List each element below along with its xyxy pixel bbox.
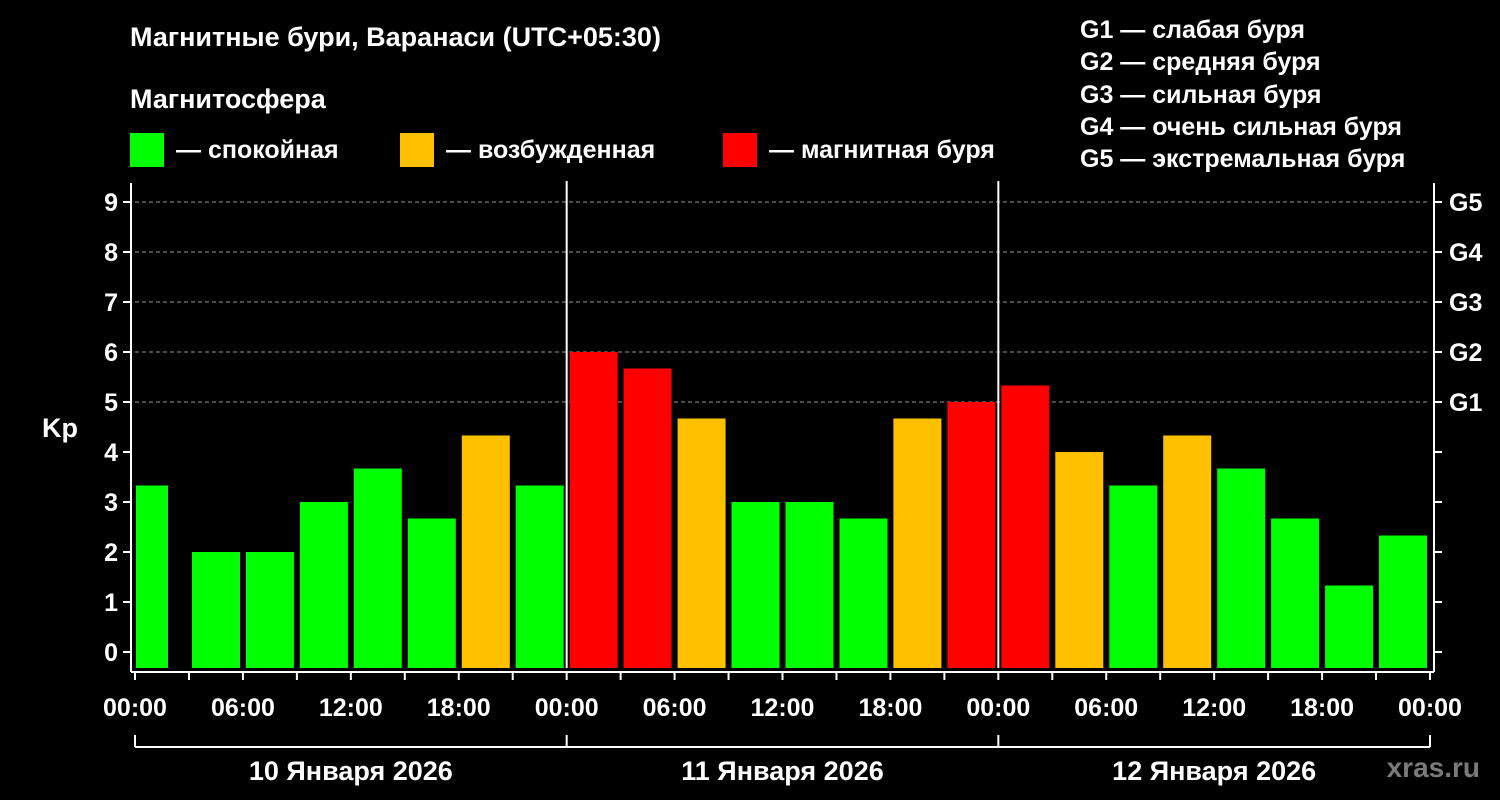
y-tick-label: 9 xyxy=(104,189,118,217)
y-tick-label: 3 xyxy=(104,489,118,517)
y-tick-label: 2 xyxy=(104,539,118,567)
x-tick-label: 06:00 xyxy=(643,694,707,722)
day-label: 11 Января 2026 xyxy=(681,756,883,786)
day-label: 12 Января 2026 xyxy=(1112,756,1316,786)
right-tick-label: G5 xyxy=(1449,189,1482,217)
right-tick-label: G2 xyxy=(1449,339,1482,367)
y-tick-label: 6 xyxy=(104,339,118,367)
kp-bar-11 xyxy=(677,418,726,668)
kp-bar-22 xyxy=(1271,518,1320,668)
kp-bar-24 xyxy=(1379,535,1427,668)
y-tick-label: 7 xyxy=(104,289,118,317)
kp-bar-7 xyxy=(461,435,510,668)
x-tick-label: 00:00 xyxy=(535,694,599,722)
right-tick-label: G1 xyxy=(1449,389,1482,417)
kp-bar-15 xyxy=(893,418,942,668)
y-axis-label: Kp xyxy=(42,413,78,443)
kp-bar-16 xyxy=(947,402,996,668)
x-tick-label: 06:00 xyxy=(211,694,275,722)
y-tick-label: 4 xyxy=(104,439,118,467)
kp-bar-chart: Kp 0 1 2 3 4 5 6 7 8 9 G1 G2 G3 G4 G5 00:00 06:00 12:00 18… xyxy=(42,181,1482,786)
kp-bar-1 xyxy=(136,485,168,668)
x-tick-label: 18:00 xyxy=(1290,694,1354,722)
kp-bar-23 xyxy=(1325,585,1374,668)
watermark: xras.ru xyxy=(1386,752,1480,783)
right-tick-label: G4 xyxy=(1449,239,1482,267)
kp-bar-4 xyxy=(299,502,348,668)
x-tick-label: 12:00 xyxy=(751,694,815,722)
x-tick-label: 12:00 xyxy=(319,694,383,722)
y-tick-label: 5 xyxy=(104,389,118,417)
day-label: 10 Января 2026 xyxy=(249,756,453,786)
kp-bar-13 xyxy=(785,502,834,668)
x-tick-label: 18:00 xyxy=(427,694,491,722)
kp-bar-2 xyxy=(192,552,240,668)
kp-bar-19 xyxy=(1109,485,1158,668)
y-tick-label: 1 xyxy=(104,589,118,617)
kp-bar-3 xyxy=(245,552,294,668)
x-tick-label: 00:00 xyxy=(103,694,167,722)
x-tick-label: 12:00 xyxy=(1182,694,1246,722)
kp-bar-8 xyxy=(515,485,564,668)
kp-bar-12 xyxy=(731,502,780,668)
kp-bar-9 xyxy=(569,352,618,668)
x-tick-label: 00:00 xyxy=(966,694,1030,722)
y-tick-label: 0 xyxy=(104,639,118,667)
kp-bar-18 xyxy=(1055,452,1104,668)
kp-bar-17 xyxy=(1001,385,1050,668)
kp-bar-20 xyxy=(1163,435,1212,668)
x-tick-label: 18:00 xyxy=(858,694,922,722)
right-tick-label: G3 xyxy=(1449,289,1482,317)
y-tick-label: 8 xyxy=(104,239,118,267)
kp-bar-10 xyxy=(623,368,672,668)
kp-bar-6 xyxy=(407,518,456,668)
kp-bar-5 xyxy=(353,468,402,668)
x-tick-label: 00:00 xyxy=(1398,694,1462,722)
x-tick-label: 06:00 xyxy=(1074,694,1138,722)
kp-bar-21 xyxy=(1217,468,1266,668)
kp-bar-14 xyxy=(839,518,888,668)
